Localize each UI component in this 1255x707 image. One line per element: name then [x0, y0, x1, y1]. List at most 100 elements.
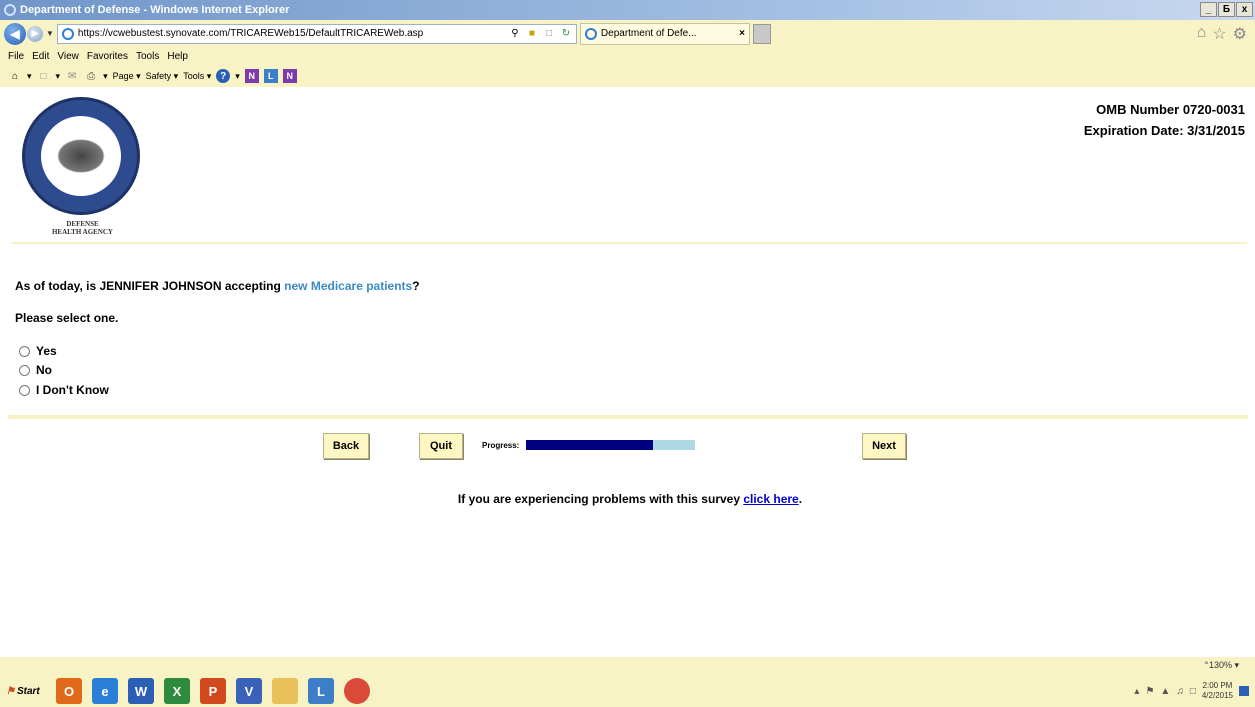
eagle-icon	[53, 136, 109, 176]
back-nav-button[interactable]: ◀	[4, 22, 26, 45]
powerpoint-icon[interactable]: P	[200, 678, 226, 704]
help-icon[interactable]: ?	[216, 69, 231, 83]
next-button[interactable]: Next	[862, 433, 906, 459]
problem-notice: If you are experiencing problems with th…	[0, 492, 1255, 506]
question-highlight: new Medicare patients	[284, 279, 413, 293]
nav-divider	[8, 415, 1248, 419]
refresh-icon[interactable]: ↻	[559, 27, 573, 41]
new-tab-button[interactable]	[752, 23, 771, 44]
lync-send-icon[interactable]: L	[263, 69, 278, 83]
instruction: Please select one.	[15, 311, 119, 325]
question-prefix: As of today, is JENNIFER JOHNSON accepti…	[15, 279, 285, 293]
browser-right-icons: ⌂ ☆ ⚙	[1197, 24, 1247, 44]
site-favicon-icon	[61, 27, 74, 40]
survey-question: As of today, is JENNIFER JOHNSON accepti…	[15, 279, 420, 293]
option-yes[interactable]: Yes	[19, 344, 57, 358]
progress-bar	[526, 440, 695, 450]
expiration-date: Expiration Date: 3/31/2015	[1083, 123, 1245, 138]
outlook-icon[interactable]: O	[56, 678, 82, 704]
system-tray: ▴ ⚑ ▲ ♫ □ 2:00 PM 4/2/2015	[1134, 675, 1249, 707]
start-button[interactable]: ⚑ Start	[6, 679, 46, 703]
ie-logo-icon	[4, 4, 16, 16]
radio-dont-know[interactable]	[19, 384, 30, 396]
menu-edit[interactable]: Edit	[32, 51, 49, 62]
window-titlebar: Department of Defense - Windows Internet…	[0, 0, 1255, 20]
home-icon[interactable]: ⌂	[1197, 24, 1207, 44]
feeds-icon[interactable]: □	[37, 69, 51, 83]
minimize-button[interactable]: _	[1200, 2, 1217, 17]
problem-text: If you are experiencing problems with th…	[457, 492, 744, 506]
chrome-icon[interactable]	[344, 678, 370, 704]
history-dropdown-icon[interactable]: ▼	[46, 29, 54, 38]
compat-view-icon[interactable]: □	[542, 27, 556, 41]
page-menu[interactable]: Page ▾	[113, 71, 141, 82]
excel-icon[interactable]: X	[164, 678, 190, 704]
lync-icon[interactable]: L	[308, 678, 334, 704]
mail-icon[interactable]: ✉	[65, 69, 79, 83]
home-cmd-icon[interactable]: ⌂	[8, 69, 22, 83]
home-dropdown-icon[interactable]: ▾	[27, 71, 32, 82]
address-bar[interactable]: https://vcwebustest.synovate.com/TRICARE…	[56, 23, 577, 44]
click-here-link[interactable]: click here	[743, 492, 798, 506]
option-no-label: No	[36, 363, 52, 377]
tab-close-icon[interactable]: ×	[739, 28, 745, 39]
safety-menu[interactable]: Safety ▾	[146, 71, 179, 82]
seal-center	[41, 116, 121, 196]
show-desktop-button[interactable]	[1239, 686, 1249, 696]
help-dropdown-icon[interactable]: ▾	[235, 71, 240, 82]
menu-file[interactable]: File	[8, 51, 24, 62]
tray-expand-icon[interactable]: ▴	[1134, 686, 1139, 697]
close-button[interactable]: x	[1236, 2, 1253, 17]
back-button[interactable]: Back	[323, 433, 369, 459]
start-label: Start	[16, 685, 40, 697]
clock[interactable]: 2:00 PM 4/2/2015	[1202, 681, 1233, 701]
tab-title: Department of Defe...	[600, 28, 697, 39]
tools-menu[interactable]: Tools ▾	[183, 71, 211, 82]
volume-icon[interactable]: ♫	[1176, 686, 1184, 697]
settings-gear-icon[interactable]: ⚙	[1233, 24, 1247, 44]
radio-yes[interactable]	[19, 345, 30, 357]
action-center-flag-icon[interactable]: ⚑	[1145, 686, 1154, 697]
lock-icon[interactable]: ■	[525, 27, 539, 41]
quit-button[interactable]: Quit	[419, 433, 463, 459]
browser-tab[interactable]: Department of Defe... ×	[579, 22, 750, 45]
feeds-dropdown-icon[interactable]: ▾	[56, 71, 61, 82]
problem-period: .	[798, 492, 803, 506]
header-divider	[12, 242, 1247, 244]
status-bar: ° 130% ▾	[0, 657, 1255, 675]
menu-tools[interactable]: Tools	[136, 51, 159, 62]
visio-icon[interactable]: V	[236, 678, 262, 704]
windows-logo-icon: ⚑	[6, 685, 15, 697]
menu-bar: File Edit View Favorites Tools Help	[0, 47, 1255, 65]
forward-nav-button[interactable]: ▶	[27, 25, 43, 42]
onenote-send-icon[interactable]: N	[282, 69, 297, 83]
print-icon[interactable]: ⎙	[84, 69, 98, 83]
power-icon[interactable]: □	[1190, 686, 1196, 697]
folder-icon[interactable]	[272, 678, 298, 704]
favorites-star-icon[interactable]: ☆	[1212, 24, 1226, 44]
onenote-icon[interactable]: N	[244, 69, 259, 83]
print-dropdown-icon[interactable]: ▾	[103, 71, 108, 82]
menu-view[interactable]: View	[57, 51, 79, 62]
omb-number: OMB Number 0720-0031	[1096, 102, 1245, 117]
address-tools: ⚲ ■ □ ↻	[508, 27, 576, 41]
internet-explorer-icon[interactable]: e	[92, 678, 118, 704]
address-url[interactable]: https://vcwebustest.synovate.com/TRICARE…	[78, 28, 508, 39]
option-no[interactable]: No	[19, 363, 52, 377]
menu-help[interactable]: Help	[167, 51, 188, 62]
restore-button[interactable]: Б	[1218, 2, 1235, 17]
address-toolbar: ◀ ▶ ▼ https://vcwebustest.synovate.com/T…	[0, 20, 1255, 47]
progress-label: Progress:	[482, 441, 520, 450]
radio-no[interactable]	[19, 364, 30, 376]
zoom-level[interactable]: ° 130% ▾	[1205, 660, 1239, 671]
option-dont-know[interactable]: I Don't Know	[19, 383, 109, 397]
menu-favorites[interactable]: Favorites	[87, 51, 128, 62]
network-icon[interactable]: ▲	[1160, 686, 1170, 697]
search-icon[interactable]: ⚲	[508, 27, 522, 41]
question-suffix: ?	[412, 279, 420, 293]
word-icon[interactable]: W	[128, 678, 154, 704]
option-yes-label: Yes	[36, 344, 57, 358]
window-controls: _ Б x	[1200, 2, 1253, 17]
progress-fill	[526, 440, 653, 450]
dod-seal-logo	[22, 97, 140, 215]
